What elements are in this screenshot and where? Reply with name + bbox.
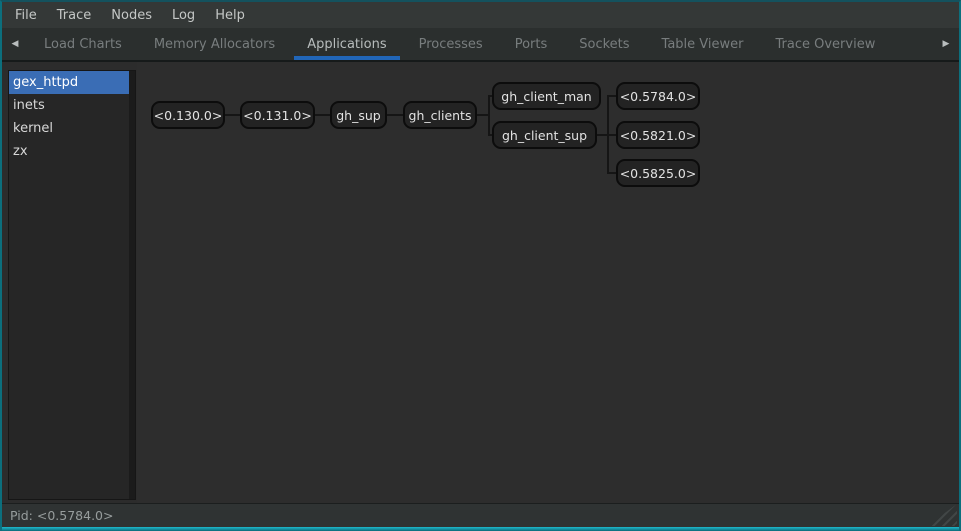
menu-nodes[interactable]: Nodes [101, 2, 162, 28]
tab-table-viewer[interactable]: Table Viewer [649, 28, 757, 60]
scroll-tabs-right-icon[interactable]: ▶ [933, 28, 959, 60]
scroll-tabs-left-icon[interactable]: ◀ [2, 28, 28, 60]
app-list-item-gex-httpd[interactable]: gex_httpd [9, 71, 129, 94]
tree-node-0-131-0[interactable]: <0.131.0> [240, 101, 315, 129]
app-list-item-kernel[interactable]: kernel [9, 117, 129, 140]
tab-load-charts[interactable]: Load Charts [31, 28, 135, 60]
window-frame-bottom [2, 527, 959, 531]
resize-grip-icon[interactable] [927, 504, 957, 526]
tab-processes[interactable]: Processes [406, 28, 496, 60]
tree-node-0-5821-0[interactable]: <0.5821.0> [616, 121, 700, 149]
tab-sockets[interactable]: Sockets [566, 28, 642, 60]
app-list-panel: gex_httpd inets kernel zx [2, 62, 137, 503]
app-listbox: gex_httpd inets kernel zx [8, 70, 136, 500]
tree-node-0-5825-0[interactable]: <0.5825.0> [616, 159, 700, 187]
status-pid-text: Pid: <0.5784.0> [10, 508, 113, 523]
menu-trace[interactable]: Trace [47, 2, 102, 28]
app-list-rows: gex_httpd inets kernel zx [9, 71, 129, 163]
tree-node-0-130-0[interactable]: <0.130.0> [151, 101, 225, 129]
app-tree-canvas: <0.130.0> <0.131.0> gh_sup gh_clients gh… [137, 62, 959, 503]
statusbar: Pid: <0.5784.0> [2, 503, 959, 527]
tab-trace-overview[interactable]: Trace Overview [763, 28, 889, 60]
tab-ports[interactable]: Ports [502, 28, 561, 60]
tree-edge [314, 114, 330, 116]
menu-help[interactable]: Help [205, 2, 255, 28]
tree-node-gh-clients[interactable]: gh_clients [403, 101, 477, 129]
tree-node-0-5784-0[interactable]: <0.5784.0> [616, 82, 700, 110]
menu-log[interactable]: Log [162, 2, 205, 28]
observer-window: File Trace Nodes Log Help ◀ Load Charts … [0, 0, 961, 531]
menu-file[interactable]: File [5, 2, 47, 28]
menubar: File Trace Nodes Log Help [2, 2, 959, 28]
tree-edge [224, 114, 240, 116]
tree-edge [387, 114, 403, 116]
main-content: gex_httpd inets kernel zx [2, 62, 959, 503]
tabbar: ◀ Load Charts Memory Allocators Applicat… [2, 28, 959, 62]
tab-applications[interactable]: Applications [294, 28, 399, 60]
tree-node-gh-client-sup[interactable]: gh_client_sup [492, 121, 597, 149]
tab-memory-allocators[interactable]: Memory Allocators [141, 28, 288, 60]
app-list-item-inets[interactable]: inets [9, 94, 129, 117]
tree-edge [488, 95, 490, 136]
tree-node-gh-client-man[interactable]: gh_client_man [492, 82, 601, 110]
app-list-item-zx[interactable]: zx [9, 140, 129, 163]
app-list-scrollbar[interactable] [129, 71, 135, 499]
tree-node-gh-sup[interactable]: gh_sup [330, 101, 387, 129]
